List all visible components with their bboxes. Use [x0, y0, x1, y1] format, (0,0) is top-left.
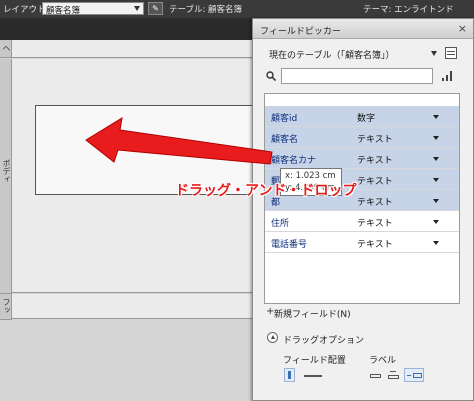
drag-arrow-icon: [85, 117, 273, 165]
drag-and-drop-annotation: ドラッグ・アンド・ドロップ: [175, 183, 357, 199]
